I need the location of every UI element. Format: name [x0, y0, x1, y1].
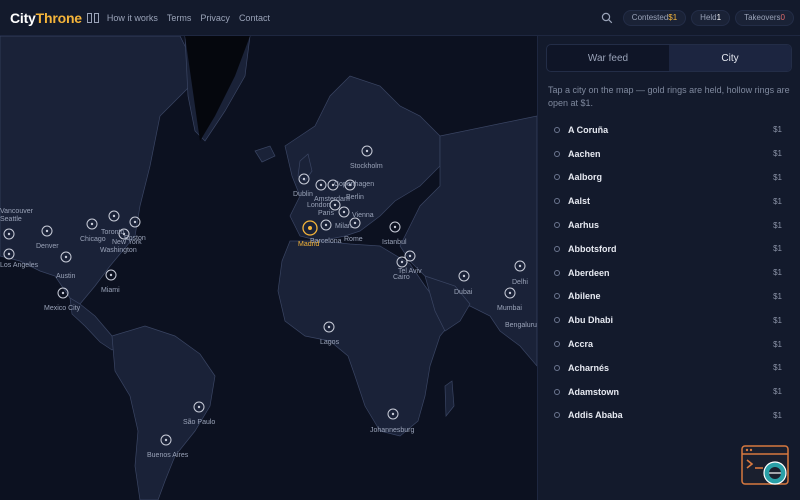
label-london: London — [307, 202, 331, 209]
city-row[interactable]: Aarhus $1 — [538, 213, 800, 237]
label-sao-paulo: São Paulo — [183, 419, 216, 426]
open-ring-icon — [554, 412, 560, 419]
takeovers-stat[interactable]: Takeovers 0 — [735, 9, 794, 26]
city-row[interactable]: Abu Dhabi $1 — [538, 308, 800, 332]
city-row[interactable]: Adamstown $1 — [538, 380, 800, 404]
label-toronto: Toronto — [101, 229, 125, 236]
open-ring-icon — [554, 341, 560, 348]
held-stat[interactable]: Held 1 — [691, 9, 731, 26]
label-rome: Rome — [344, 236, 363, 243]
nav-how-it-works[interactable]: How it works — [107, 13, 158, 23]
open-ring-icon — [554, 126, 560, 133]
city-row[interactable]: Accra $1 — [538, 332, 800, 356]
label-bengaluru: Bengaluru — [505, 322, 537, 329]
open-ring-icon — [554, 364, 560, 371]
label-lagos: Lagos — [320, 339, 340, 346]
open-ring-icon — [554, 150, 560, 157]
label-new-york: New York — [112, 239, 142, 246]
label-miami: Miami — [101, 287, 120, 294]
logo-mark-icon — [86, 12, 99, 23]
city-row[interactable]: A Coruña $1 — [538, 118, 800, 142]
open-ring-icon — [554, 269, 560, 276]
label-denver: Denver — [36, 243, 59, 250]
label-seattle: Seattle — [0, 216, 22, 223]
label-vancouver: Vancouver — [0, 208, 33, 215]
terminal-icon — [741, 445, 789, 485]
side-panel: War feed City Tap a city on the map — go… — [537, 36, 800, 500]
nav-privacy[interactable]: Privacy — [200, 13, 230, 23]
label-austin: Austin — [56, 273, 76, 280]
city-row[interactable]: Acharnés $1 — [538, 356, 800, 380]
panel-tabs: War feed City — [546, 44, 792, 72]
open-ring-icon — [554, 317, 560, 324]
label-paris: Paris — [318, 210, 334, 217]
nav-terms[interactable]: Terms — [167, 13, 192, 23]
label-madrid: Madrid — [298, 241, 320, 248]
contested-stat[interactable]: Contested $1 — [622, 9, 687, 26]
search-icon — [601, 12, 613, 23]
label-mumbai: Mumbai — [497, 305, 522, 312]
label-vienna: Vienna — [352, 212, 374, 219]
label-mexico-city: Mexico City — [44, 305, 81, 312]
open-ring-icon — [554, 388, 560, 395]
city-list: A Coruña $1 Aachen $1 Aalborg $1 Aalst $1 Aa… — [538, 118, 800, 427]
city-row[interactable]: Addis Ababa $1 — [538, 404, 800, 428]
city-row[interactable]: Abilene $1 — [538, 285, 800, 309]
label-milan: Milan — [335, 223, 352, 230]
search-button[interactable] — [596, 7, 618, 29]
world-map[interactable]: Vancouver Seattle Los Angeles Denver Chi… — [0, 36, 537, 500]
label-delhi: Delhi — [512, 279, 528, 286]
open-ring-icon — [554, 198, 560, 205]
label-johannesburg: Johannesburg — [370, 427, 415, 434]
open-ring-icon — [554, 293, 560, 300]
label-dublin: Dublin — [293, 191, 313, 198]
city-row[interactable]: Aalst $1 — [538, 189, 800, 213]
label-washington: Washington — [100, 247, 137, 254]
top-bar: CityThrone How it works Terms Privacy Co… — [0, 0, 800, 36]
label-berlin: Berlin — [346, 194, 364, 201]
tab-city[interactable]: City — [669, 45, 791, 71]
label-chicago: Chicago — [80, 236, 106, 243]
open-ring-icon — [554, 174, 560, 181]
open-ring-icon — [554, 222, 560, 229]
main-nav: How it works Terms Privacy Contact — [107, 13, 270, 23]
map-hint: Tap a city on the map — gold rings are h… — [548, 85, 790, 108]
label-cairo: Cairo — [393, 274, 410, 281]
label-buenos-aires: Buenos Aires — [147, 452, 189, 459]
tab-war-feed[interactable]: War feed — [547, 45, 669, 71]
label-stockholm: Stockholm — [350, 163, 383, 170]
logo[interactable]: CityThrone — [10, 10, 82, 26]
city-row[interactable]: Aberdeen $1 — [538, 261, 800, 285]
label-copenhagen: Copenhagen — [334, 181, 375, 188]
city-row[interactable]: Abbotsford $1 — [538, 237, 800, 261]
city-row[interactable]: Aachen $1 — [538, 142, 800, 166]
console-button[interactable] — [741, 445, 791, 487]
label-dubai: Dubai — [454, 289, 473, 296]
city-row[interactable]: Aalborg $1 — [538, 166, 800, 190]
label-los-angeles: Los Angeles — [0, 262, 39, 269]
open-ring-icon — [554, 245, 560, 252]
map-land — [0, 36, 537, 500]
nav-contact[interactable]: Contact — [239, 13, 270, 23]
label-istanbul: Istanbul — [382, 239, 407, 246]
